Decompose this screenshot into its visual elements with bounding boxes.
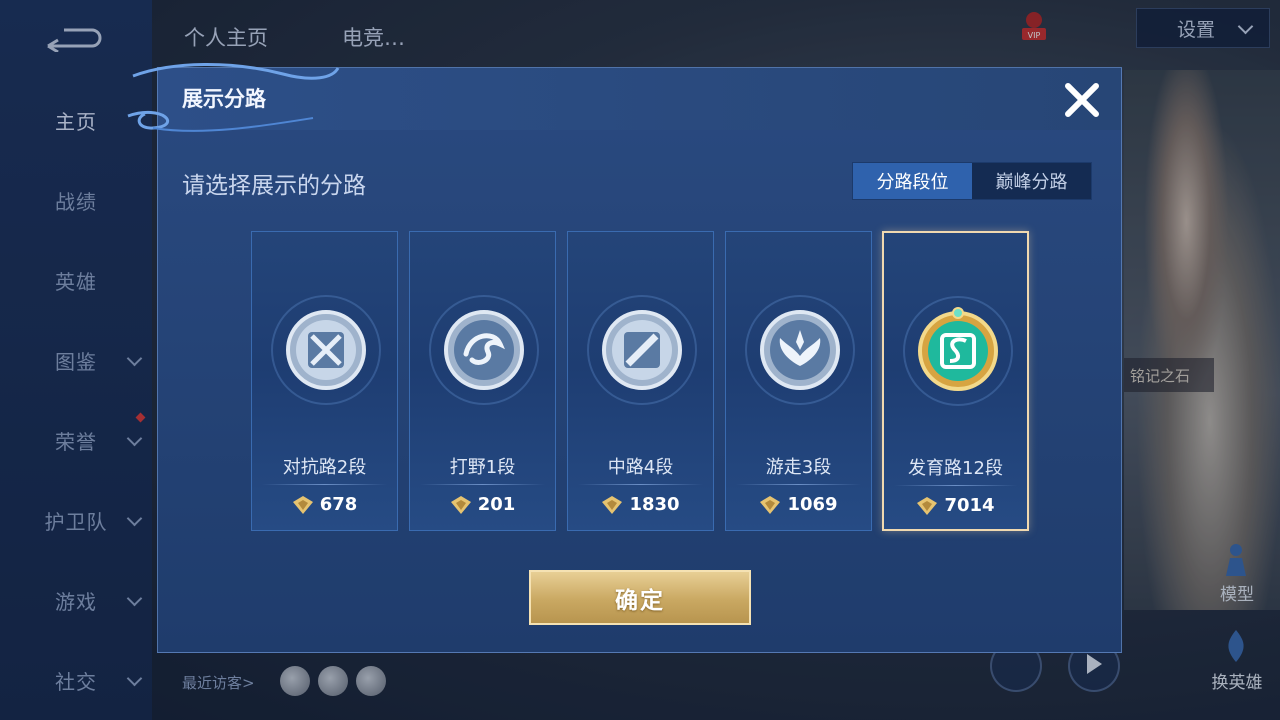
farm-lane-icon — [903, 296, 1013, 406]
score-row: 678 — [252, 494, 397, 515]
divider — [736, 484, 861, 485]
dialog-prompt: 请选择展示的分路 — [182, 173, 366, 199]
score-icon — [450, 495, 471, 514]
lane-name: 发育路12段 — [908, 458, 1003, 479]
score-row: 1830 — [568, 494, 713, 515]
score-icon — [602, 495, 623, 514]
divider — [894, 485, 1017, 486]
lane-name: 对抗路2段 — [282, 457, 367, 478]
lane-name: 中路4段 — [607, 457, 674, 478]
divider — [420, 484, 545, 485]
lane-name: 打野1段 — [449, 457, 516, 478]
lane-score: 7014 — [944, 495, 995, 516]
tab-peak-lane[interactable]: 巅峰分路 — [972, 163, 1091, 199]
score-row: 7014 — [884, 495, 1027, 516]
lane-display-dialog: 展示分路 请选择展示的分路 分路段位 巅峰分路 对抗路2段 678 打野1段 2… — [127, 63, 1122, 653]
lane-mode-segmented-control: 分路段位 巅峰分路 — [852, 162, 1092, 200]
score-icon — [292, 495, 313, 514]
score-row: 1069 — [726, 494, 871, 515]
lane-score: 1069 — [787, 494, 838, 515]
lane-card-farm[interactable]: 发育路12段 7014 — [882, 231, 1029, 531]
lane-score: 1830 — [629, 494, 680, 515]
clash-lane-icon — [271, 295, 381, 405]
confirm-button[interactable]: 确定 — [529, 570, 751, 625]
lane-score: 201 — [477, 494, 516, 515]
lane-card-jungle[interactable]: 打野1段 201 — [409, 231, 556, 531]
roam-wings-icon — [745, 295, 855, 405]
jungle-dragon-icon — [429, 295, 539, 405]
lane-score: 678 — [319, 494, 358, 515]
lane-name: 游走3段 — [765, 457, 832, 478]
tab-lane-rank[interactable]: 分路段位 — [853, 163, 972, 199]
close-icon[interactable] — [1060, 78, 1104, 122]
divider — [262, 484, 387, 485]
mid-lane-icon — [587, 295, 697, 405]
dialog-title: 展示分路 — [182, 87, 266, 111]
lane-card-roam[interactable]: 游走3段 1069 — [725, 231, 872, 531]
dialog-header — [158, 68, 1121, 130]
score-row: 201 — [410, 494, 555, 515]
lane-card-mid[interactable]: 中路4段 1830 — [567, 231, 714, 531]
lane-card-clash[interactable]: 对抗路2段 678 — [251, 231, 398, 531]
score-icon — [760, 495, 781, 514]
score-icon — [917, 496, 938, 515]
divider — [578, 484, 703, 485]
